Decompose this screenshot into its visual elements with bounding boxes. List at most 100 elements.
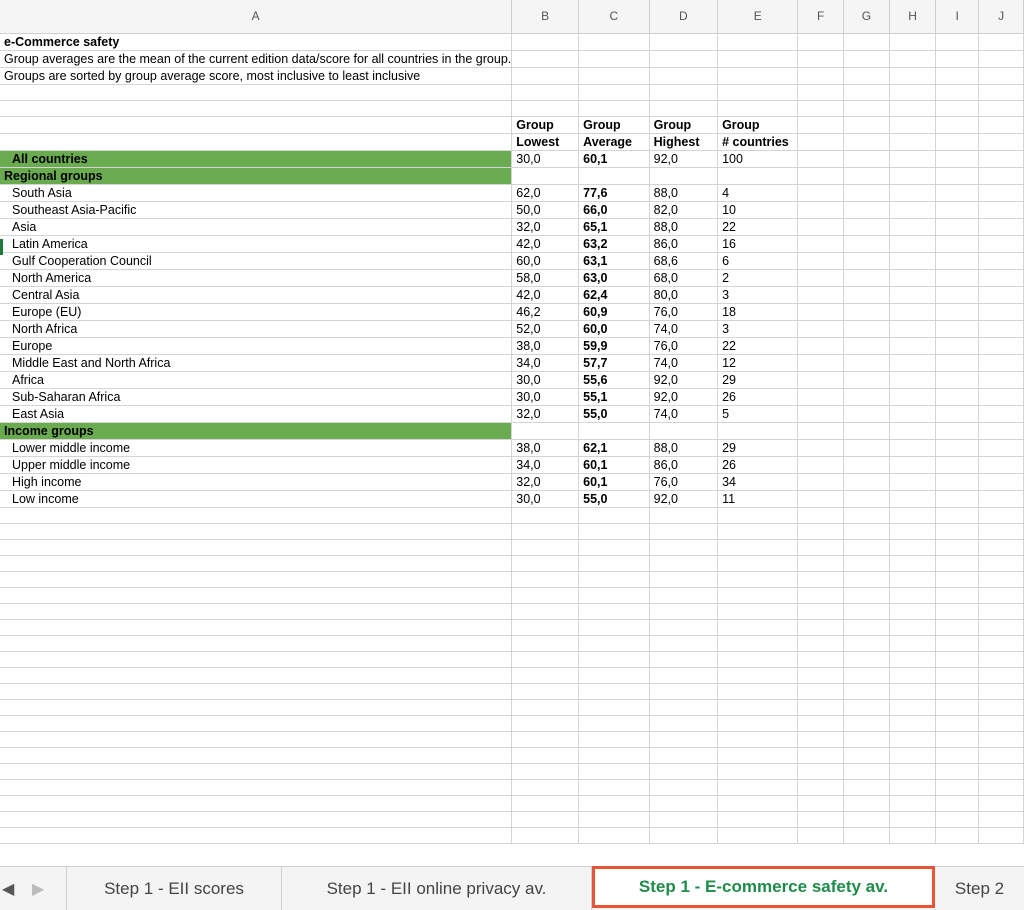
cell[interactable]: [797, 184, 844, 202]
cell[interactable]: [935, 100, 980, 117]
cell[interactable]: [578, 699, 650, 716]
cell[interactable]: [978, 571, 1024, 588]
cell[interactable]: [889, 218, 937, 236]
cell[interactable]: [889, 651, 937, 668]
cell[interactable]: [578, 603, 650, 620]
cell[interactable]: [978, 651, 1024, 668]
cell[interactable]: [889, 635, 937, 652]
count-value[interactable]: 100: [717, 149, 799, 168]
cell[interactable]: [978, 354, 1024, 372]
all-countries-label[interactable]: All countries: [0, 150, 513, 168]
cell[interactable]: [649, 747, 719, 764]
cell[interactable]: [935, 337, 980, 355]
tab-eii-online-privacy[interactable]: Step 1 - EII online privacy av.: [282, 867, 592, 910]
cell[interactable]: [978, 84, 1024, 101]
cell[interactable]: [797, 456, 844, 474]
cell[interactable]: [843, 456, 890, 474]
cell[interactable]: [843, 603, 890, 620]
cell[interactable]: [935, 388, 980, 406]
lowest-value[interactable]: 34,0: [511, 456, 580, 474]
cell[interactable]: [649, 84, 719, 101]
cell[interactable]: [843, 218, 890, 236]
spreadsheet-grid[interactable]: A B C D E F G H I Je-Commerce safety Group average…: [0, 0, 1024, 866]
count-value[interactable]: 12: [717, 354, 799, 372]
cell[interactable]: [935, 507, 980, 524]
cell[interactable]: [843, 635, 890, 652]
cell[interactable]: [797, 699, 844, 716]
cell[interactable]: [889, 184, 937, 202]
cell[interactable]: [649, 779, 719, 796]
cell[interactable]: [0, 651, 513, 668]
cell[interactable]: [978, 100, 1024, 117]
group-label[interactable]: Middle East and North Africa: [0, 354, 513, 372]
cell[interactable]: [649, 523, 719, 540]
cell[interactable]: [649, 731, 719, 748]
count-value[interactable]: 2: [717, 269, 799, 287]
highest-value[interactable]: 74,0: [649, 354, 719, 372]
cell[interactable]: [797, 635, 844, 652]
cell[interactable]: [511, 635, 580, 652]
cell[interactable]: [978, 320, 1024, 338]
cell[interactable]: [889, 456, 937, 474]
cell[interactable]: [717, 422, 799, 440]
cell[interactable]: [978, 388, 1024, 406]
cell[interactable]: [889, 473, 937, 491]
cell[interactable]: [978, 167, 1024, 185]
cell[interactable]: [717, 667, 799, 684]
lowest-value[interactable]: 62,0: [511, 184, 580, 202]
cell[interactable]: [797, 747, 844, 764]
cell[interactable]: [843, 827, 890, 844]
cell[interactable]: [797, 201, 844, 219]
cell[interactable]: [649, 651, 719, 668]
cell[interactable]: [889, 116, 937, 134]
group-label[interactable]: North Africa: [0, 320, 513, 338]
cell[interactable]: [935, 619, 980, 636]
cell[interactable]: [889, 33, 937, 51]
cell[interactable]: [649, 539, 719, 556]
cell[interactable]: [978, 555, 1024, 572]
cell[interactable]: [843, 667, 890, 684]
average-value[interactable]: 55,0: [578, 405, 650, 423]
cell[interactable]: [935, 523, 980, 540]
cell[interactable]: [889, 354, 937, 372]
cell[interactable]: [649, 167, 719, 185]
cell[interactable]: [717, 603, 799, 620]
column-header-b[interactable]: B: [511, 0, 580, 34]
cell[interactable]: [978, 635, 1024, 652]
count-value[interactable]: 4: [717, 184, 799, 202]
cell[interactable]: [935, 405, 980, 423]
average-value[interactable]: 63,2: [578, 235, 650, 253]
cell[interactable]: [978, 405, 1024, 423]
cell[interactable]: [649, 422, 719, 440]
cell[interactable]: [717, 715, 799, 732]
cell[interactable]: [843, 133, 890, 151]
cell[interactable]: [843, 587, 890, 604]
cell[interactable]: [0, 619, 513, 636]
average-value[interactable]: 63,0: [578, 269, 650, 287]
cell[interactable]: [843, 150, 890, 168]
cell[interactable]: [935, 422, 980, 440]
cell[interactable]: [843, 33, 890, 51]
cell[interactable]: [978, 33, 1024, 51]
cell[interactable]: [578, 587, 650, 604]
cell[interactable]: [0, 667, 513, 684]
column-header-i[interactable]: I: [935, 0, 980, 34]
average-value[interactable]: 60,0: [578, 320, 650, 338]
count-value[interactable]: 16: [717, 235, 799, 253]
cell[interactable]: [649, 635, 719, 652]
cell[interactable]: [797, 603, 844, 620]
count-value[interactable]: 10: [717, 201, 799, 219]
cell[interactable]: [935, 320, 980, 338]
cell[interactable]: [0, 84, 513, 101]
cell[interactable]: [843, 269, 890, 287]
highest-value[interactable]: 80,0: [649, 286, 719, 304]
cell[interactable]: [843, 523, 890, 540]
highest-value[interactable]: 68,6: [649, 252, 719, 270]
cell[interactable]: [978, 747, 1024, 764]
count-value[interactable]: 5: [717, 405, 799, 423]
cell[interactable]: [889, 699, 937, 716]
cell[interactable]: [935, 133, 980, 151]
lowest-value[interactable]: 60,0: [511, 252, 580, 270]
cell[interactable]: [889, 201, 937, 219]
highest-value[interactable]: 76,0: [649, 303, 719, 321]
